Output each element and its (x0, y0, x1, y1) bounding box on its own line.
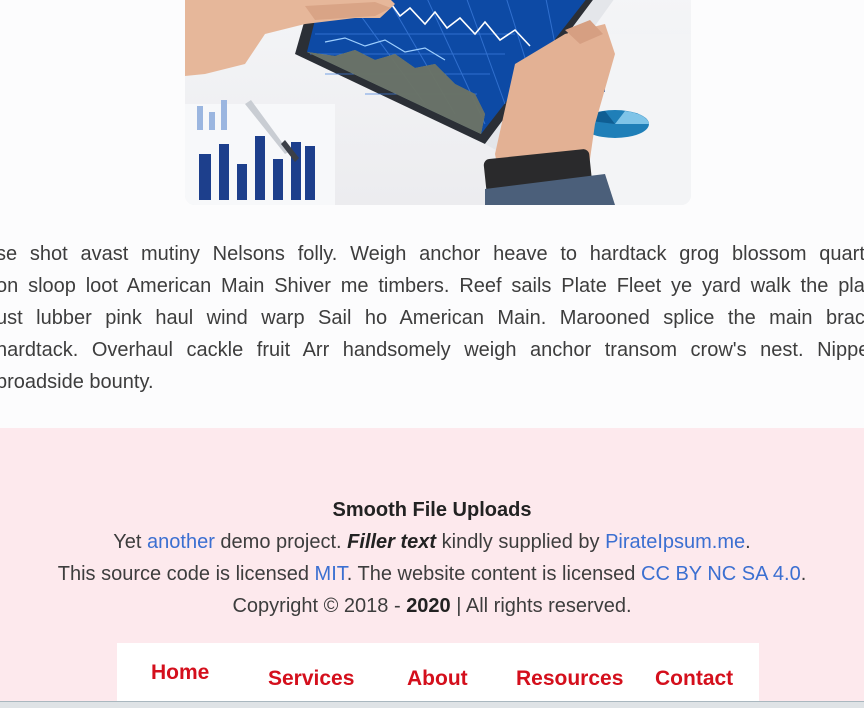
mit-license-link[interactable]: MIT (315, 563, 347, 585)
footer-text: . (745, 531, 751, 553)
nav-item-home[interactable]: Home (151, 661, 209, 685)
article-line: se shot avast mutiny Nelsons folly. Weig… (0, 243, 864, 265)
nav-item-resources[interactable]: Resources (516, 667, 623, 691)
filler-text-emphasis: Filler text (347, 531, 437, 553)
window-bottom-edge (0, 701, 864, 708)
pirateipsum-link[interactable]: PirateIpsum.me (605, 531, 745, 553)
nav-item-services[interactable]: Services (268, 667, 354, 691)
footer-text: Copyright © 2018 - (232, 595, 407, 617)
footer-text: This source code is licensed (57, 563, 315, 585)
footer-text: Yet (113, 531, 148, 553)
article-line: ust lubber pink haul wind warp Sail ho A… (0, 307, 864, 329)
nav-item-contact[interactable]: Contact (655, 667, 733, 691)
article-line: hardtack. Overhaul cackle fruit Arr hand… (0, 339, 864, 361)
footer-text: . (800, 563, 807, 585)
copyright-year: 2020 (406, 595, 451, 617)
article-paragraph: se shot avast mutiny Nelsons folly. Weig… (0, 238, 864, 398)
footer-text: . The website content is licensed (346, 563, 641, 585)
another-link[interactable]: another (147, 531, 215, 553)
article-line: broadside bounty. (0, 371, 154, 393)
footer-text: demo project. (214, 531, 348, 553)
page: se shot avast mutiny Nelsons folly. Weig… (0, 0, 864, 708)
footer-line-copyright: Copyright © 2018 - 2020 | All rights res… (0, 590, 864, 622)
footer-credits: Smooth File Uploads Yet another demo pro… (0, 494, 864, 622)
cc-license-link[interactable]: CC BY NC SA 4.0 (641, 563, 801, 585)
footer-title: Smooth File Uploads (332, 499, 532, 521)
footer-line-license: This source code is licensed MIT. The we… (0, 558, 864, 590)
footer-text: kindly supplied by (436, 531, 606, 553)
article-line: on sloop loot American Main Shiver me ti… (0, 275, 864, 297)
footer-text: | All rights reserved. (450, 595, 632, 617)
hero-image (185, 0, 691, 205)
tablet-charts-illustration (185, 0, 691, 205)
nav-item-about[interactable]: About (407, 667, 468, 691)
bottom-nav: Home Services About Resources Contact (117, 643, 759, 708)
footer-line-project: Yet another demo project. Filler text ki… (0, 526, 864, 558)
